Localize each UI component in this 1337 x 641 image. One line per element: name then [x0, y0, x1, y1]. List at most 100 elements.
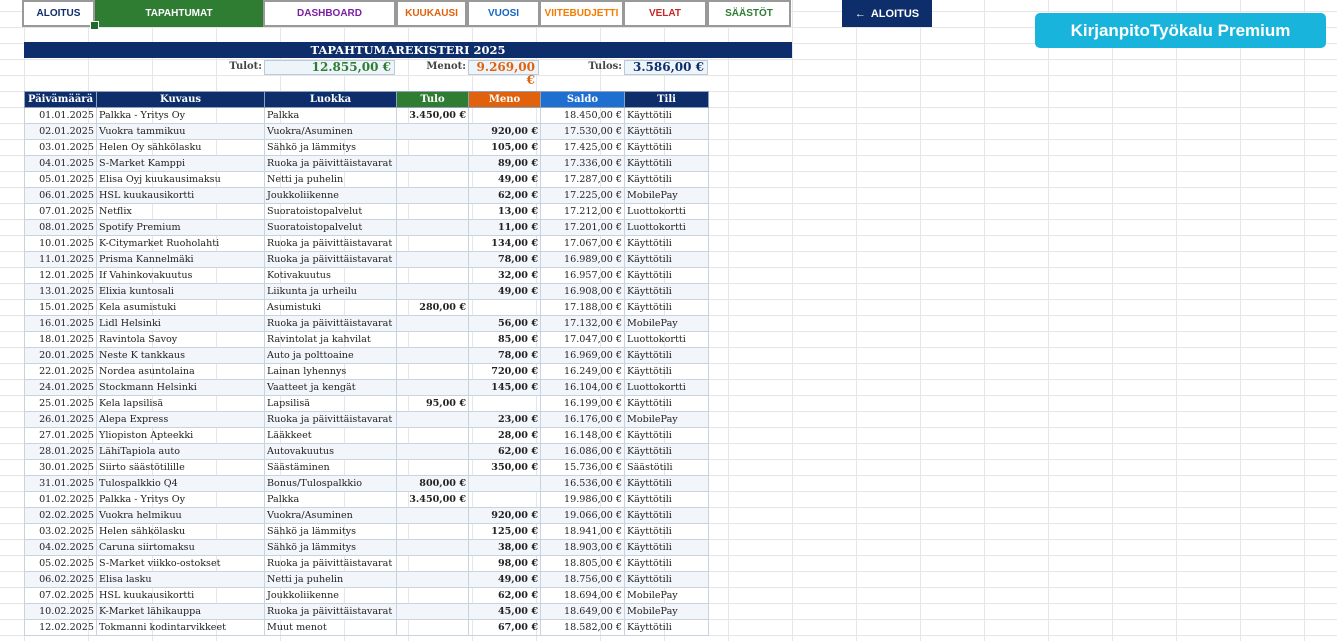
category-cell[interactable]: Ruoka ja päivittäistavarat	[264, 315, 397, 332]
income-cell[interactable]	[396, 507, 469, 524]
description-cell[interactable]: Lidl Helsinki	[96, 315, 265, 332]
account-cell[interactable]: Käyttötili	[624, 619, 709, 636]
income-cell[interactable]	[396, 347, 469, 364]
category-cell[interactable]: Ruoka ja päivittäistavarat	[264, 235, 397, 252]
balance-cell[interactable]: 15.736,00 €	[540, 459, 625, 476]
category-cell[interactable]: Ruoka ja päivittäistavarat	[264, 251, 397, 268]
account-cell[interactable]: Käyttötili	[624, 555, 709, 572]
category-cell[interactable]: Kotivakuutus	[264, 267, 397, 284]
income-cell[interactable]	[396, 555, 469, 572]
category-cell[interactable]: Lapsilisä	[264, 395, 397, 412]
category-cell[interactable]: Sähkö ja lämmitys	[264, 539, 397, 556]
expense-cell[interactable]: 720,00 €	[468, 363, 541, 380]
account-cell[interactable]: Käyttötili	[624, 283, 709, 300]
date-cell[interactable]: 07.02.2025	[24, 587, 97, 604]
column-header[interactable]: Kuvaus	[96, 91, 265, 108]
date-cell[interactable]: 28.01.2025	[24, 443, 97, 460]
income-cell[interactable]: 3.450,00 €	[396, 491, 469, 508]
date-cell[interactable]: 24.01.2025	[24, 379, 97, 396]
category-cell[interactable]: Vuokra/Asuminen	[264, 507, 397, 524]
expense-cell[interactable]: 134,00 €	[468, 235, 541, 252]
balance-cell[interactable]: 16.148,00 €	[540, 427, 625, 444]
balance-cell[interactable]: 17.225,00 €	[540, 187, 625, 204]
income-cell[interactable]	[396, 155, 469, 172]
expense-cell[interactable]	[468, 491, 541, 508]
balance-cell[interactable]: 17.530,00 €	[540, 123, 625, 140]
income-cell[interactable]: 280,00 €	[396, 299, 469, 316]
description-cell[interactable]: Helen Oy sähkölasku	[96, 139, 265, 156]
description-cell[interactable]: S-Market viikko-ostokset	[96, 555, 265, 572]
income-cell[interactable]	[396, 587, 469, 604]
income-cell[interactable]	[396, 171, 469, 188]
balance-cell[interactable]: 16.989,00 €	[540, 251, 625, 268]
income-cell[interactable]	[396, 219, 469, 236]
date-cell[interactable]: 08.01.2025	[24, 219, 97, 236]
expense-cell[interactable]: 62,00 €	[468, 587, 541, 604]
expense-cell[interactable]: 49,00 €	[468, 171, 541, 188]
date-cell[interactable]: 07.01.2025	[24, 203, 97, 220]
category-cell[interactable]: Ruoka ja päivittäistavarat	[264, 155, 397, 172]
account-cell[interactable]: Käyttötili	[624, 347, 709, 364]
category-cell[interactable]: Joukkoliikenne	[264, 187, 397, 204]
expense-cell[interactable]: 45,00 €	[468, 603, 541, 620]
date-cell[interactable]: 20.01.2025	[24, 347, 97, 364]
account-cell[interactable]: Käyttötili	[624, 571, 709, 588]
balance-cell[interactable]: 16.536,00 €	[540, 475, 625, 492]
date-cell[interactable]: 15.01.2025	[24, 299, 97, 316]
date-cell[interactable]: 18.01.2025	[24, 331, 97, 348]
expense-cell[interactable]: 49,00 €	[468, 571, 541, 588]
back-to-start-button[interactable]: ← ALOITUS	[842, 0, 932, 27]
income-cell[interactable]	[396, 619, 469, 636]
account-cell[interactable]: Käyttötili	[624, 235, 709, 252]
description-cell[interactable]: Elisa Oyj kuukausimaksu	[96, 171, 265, 188]
expense-cell[interactable]: 125,00 €	[468, 523, 541, 540]
expense-cell[interactable]: 62,00 €	[468, 187, 541, 204]
account-cell[interactable]: Luottokortti	[624, 219, 709, 236]
expense-cell[interactable]: 350,00 €	[468, 459, 541, 476]
account-cell[interactable]: Käyttötili	[624, 123, 709, 140]
balance-cell[interactable]: 16.969,00 €	[540, 347, 625, 364]
description-cell[interactable]: Vuokra tammikuu	[96, 123, 265, 140]
expense-cell[interactable]: 920,00 €	[468, 123, 541, 140]
income-cell[interactable]: 95,00 €	[396, 395, 469, 412]
category-cell[interactable]: Ruoka ja päivittäistavarat	[264, 603, 397, 620]
tab-tapahtumat[interactable]: TAPAHTUMAT	[95, 0, 263, 27]
income-cell[interactable]	[396, 443, 469, 460]
income-cell[interactable]	[396, 331, 469, 348]
balance-cell[interactable]: 16.199,00 €	[540, 395, 625, 412]
account-cell[interactable]: Käyttötili	[624, 139, 709, 156]
income-cell[interactable]	[396, 267, 469, 284]
description-cell[interactable]: Spotify Premium	[96, 219, 265, 236]
balance-cell[interactable]: 16.249,00 €	[540, 363, 625, 380]
income-cell[interactable]	[396, 123, 469, 140]
description-cell[interactable]: Elixia kuntosali	[96, 283, 265, 300]
category-cell[interactable]: Autovakuutus	[264, 443, 397, 460]
account-cell[interactable]: Käyttötili	[624, 427, 709, 444]
income-cell[interactable]	[396, 603, 469, 620]
column-header[interactable]: Tili	[624, 91, 709, 108]
date-cell[interactable]: 04.01.2025	[24, 155, 97, 172]
account-cell[interactable]: Käyttötili	[624, 171, 709, 188]
category-cell[interactable]: Bonus/Tulospalkkio	[264, 475, 397, 492]
balance-cell[interactable]: 16.104,00 €	[540, 379, 625, 396]
balance-cell[interactable]: 19.066,00 €	[540, 507, 625, 524]
balance-cell[interactable]: 17.336,00 €	[540, 155, 625, 172]
description-cell[interactable]: LähiTapiola auto	[96, 443, 265, 460]
expense-cell[interactable]: 11,00 €	[468, 219, 541, 236]
description-cell[interactable]: Tulospalkkio Q4	[96, 475, 265, 492]
expense-cell[interactable]	[468, 299, 541, 316]
date-cell[interactable]: 30.01.2025	[24, 459, 97, 476]
description-cell[interactable]: Prisma Kannelmäki	[96, 251, 265, 268]
account-cell[interactable]: MobilePay	[624, 603, 709, 620]
expense-cell[interactable]	[468, 395, 541, 412]
description-cell[interactable]: If Vahinkovakuutus	[96, 267, 265, 284]
balance-cell[interactable]: 18.649,00 €	[540, 603, 625, 620]
date-cell[interactable]: 05.01.2025	[24, 171, 97, 188]
category-cell[interactable]: Lainan lyhennys	[264, 363, 397, 380]
account-cell[interactable]: Käyttötili	[624, 251, 709, 268]
description-cell[interactable]: Neste K tankkaus	[96, 347, 265, 364]
tab-viitebudjetti[interactable]: VIITEBUDJETTI	[539, 0, 624, 27]
account-cell[interactable]: Käyttötili	[624, 107, 709, 124]
category-cell[interactable]: Ruoka ja päivittäistavarat	[264, 555, 397, 572]
date-cell[interactable]: 11.01.2025	[24, 251, 97, 268]
